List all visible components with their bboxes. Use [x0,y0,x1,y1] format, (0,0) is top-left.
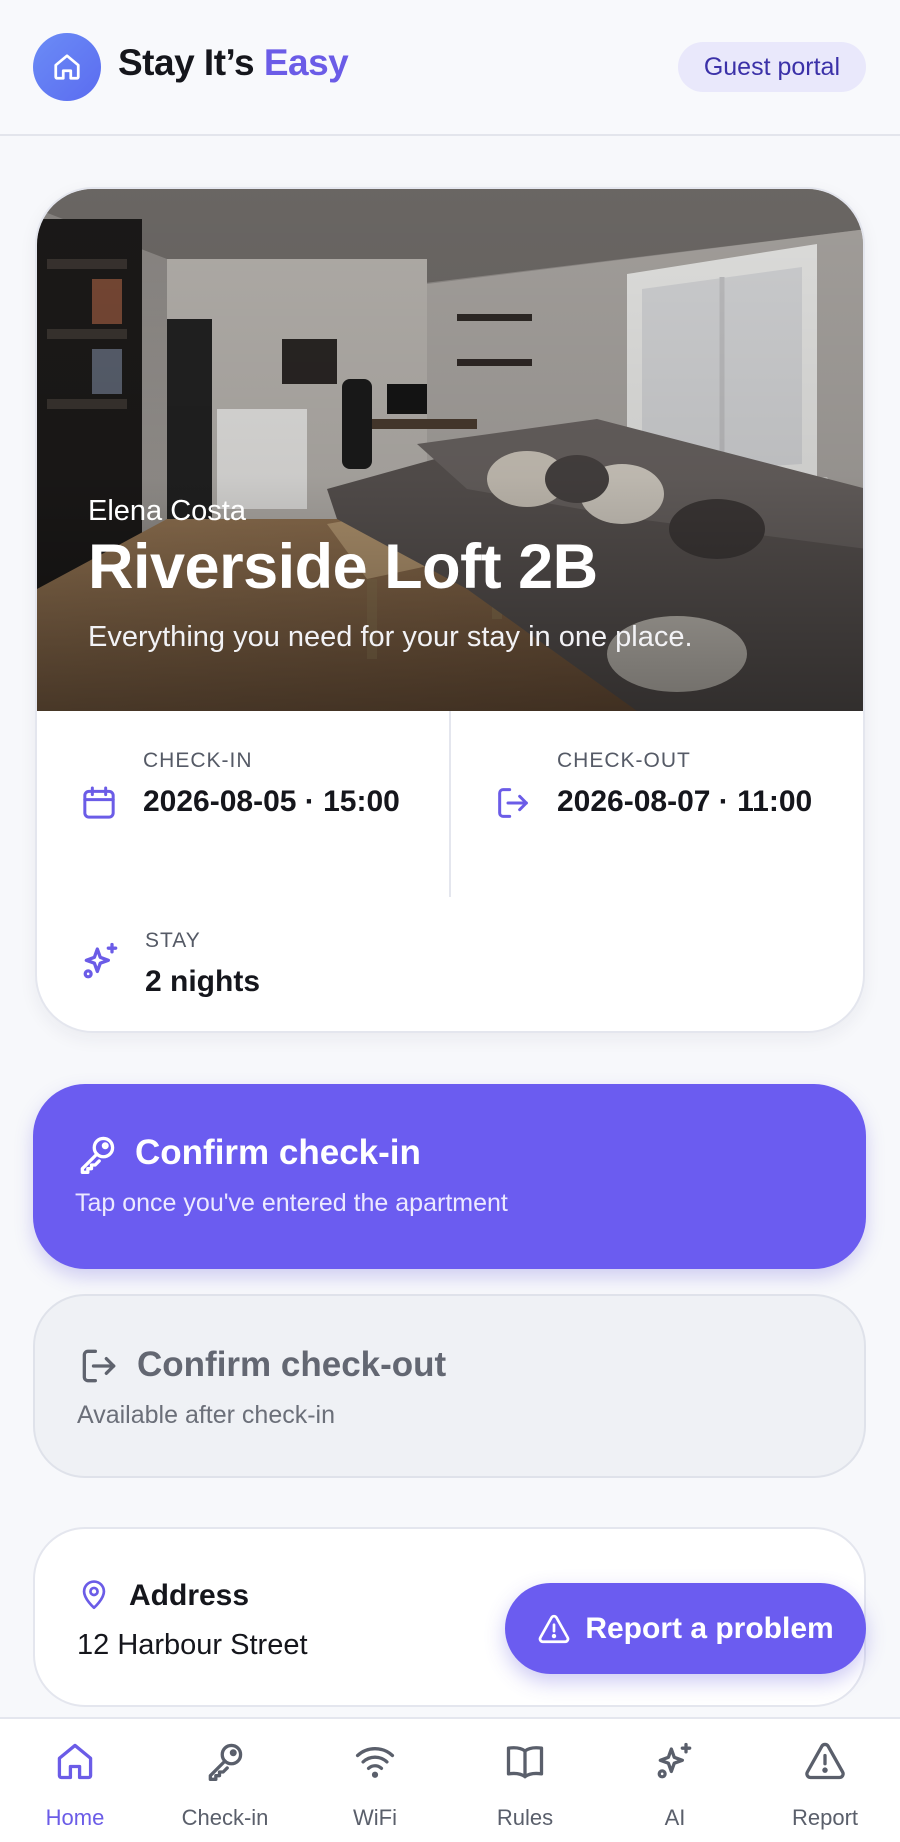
nav-report-label: Report [791,1805,859,1830]
nav-ai-label: AI [664,1805,686,1830]
confirm-checkin-title: Confirm check-in [135,1133,421,1172]
nav-checkin[interactable]: Check-in [150,1719,300,1842]
brand-title: Stay It’s Easy [118,42,349,84]
report-problem-label: Report a problem [585,1611,834,1645]
confirm-checkout-button[interactable]: Confirm check-out Available after check-… [33,1294,866,1478]
app-header: Stay It’s Easy Guest portal [0,0,900,136]
warning-icon [805,1742,845,1780]
checkout-label: CHECK-OUT [557,749,691,772]
confirm-checkout-title: Confirm check-out [137,1345,447,1384]
key-icon [80,1136,115,1174]
home-icon [57,1743,93,1780]
checkout-value: 2026-08-07 · 11:00 [557,785,813,818]
key-icon [208,1743,243,1781]
hero-tagline: Everything you need for your stay in one… [88,621,693,653]
stay-value: 2 nights [145,965,261,998]
stay-length-row: STAY 2 nights [37,897,863,1031]
checkout-date-cell: CHECK-OUT 2026-08-07 · 11:00 [451,711,863,897]
brand-prefix: Stay It’s [118,42,264,83]
brand-accent: Easy [263,42,349,83]
book-icon [506,1746,544,1779]
checkin-label: CHECK-IN [143,749,253,772]
stay-label: STAY [145,929,201,952]
checkin-value: 2026-08-05 · 15:00 [143,785,400,818]
warning-icon [539,1614,570,1643]
apartment-title: Riverside Loft 2B [88,532,598,602]
nav-rules[interactable]: Rules [450,1719,600,1842]
confirm-checkout-subtitle: Available after check-in [77,1401,336,1429]
nav-report[interactable]: Report [750,1719,900,1842]
nav-ai[interactable]: AI [600,1719,750,1842]
home-logo-icon[interactable] [33,33,101,101]
logout-icon [498,788,528,818]
calendar-icon [83,786,115,819]
nav-home-label: Home [45,1805,105,1830]
stay-dates: CHECK-IN 2026-08-05 · 15:00 CHECK-OUT 20… [37,711,863,897]
logout-icon [82,1349,116,1383]
nav-checkin-label: Check-in [181,1805,269,1830]
guest-portal-badge[interactable]: Guest portal [677,42,866,92]
sparkles-icon [657,1742,692,1779]
guest-name: Elena Costa [88,495,246,527]
address-value: 12 Harbour Street [77,1629,308,1661]
nav-rules-label: Rules [496,1805,554,1830]
bottom-nav: Home Check-in WiFi Rules AI Report [0,1717,900,1842]
stay-card: Elena Costa Riverside Loft 2B Everything… [35,187,865,1033]
sparkles-icon [83,942,118,979]
address-title: Address [129,1579,250,1612]
map-pin-icon [82,1580,106,1610]
nav-home[interactable]: Home [0,1719,150,1842]
checkin-date-cell: CHECK-IN 2026-08-05 · 15:00 [37,711,451,897]
report-problem-button[interactable]: Report a problem [505,1583,866,1674]
wifi-icon [355,1747,395,1778]
confirm-checkin-button[interactable]: Confirm check-in Tap once you've entered… [33,1084,866,1269]
nav-wifi-label: WiFi [353,1805,397,1830]
nav-wifi[interactable]: WiFi [300,1719,450,1842]
confirm-checkin-subtitle: Tap once you've entered the apartment [75,1189,508,1217]
